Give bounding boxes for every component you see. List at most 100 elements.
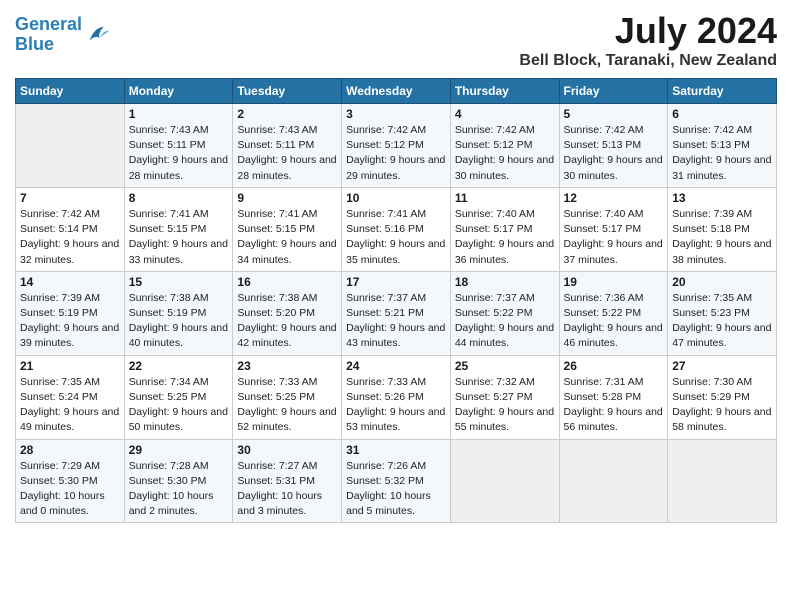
day-info: Sunrise: 7:42 AMSunset: 5:12 PMDaylight:…: [346, 123, 446, 184]
day-number: 5: [564, 107, 664, 121]
day-number: 21: [20, 359, 120, 373]
day-number: 15: [129, 275, 229, 289]
day-number: 25: [455, 359, 555, 373]
day-number: 4: [455, 107, 555, 121]
day-number: 11: [455, 191, 555, 205]
day-number: 13: [672, 191, 772, 205]
calendar-cell: 13 Sunrise: 7:39 AMSunset: 5:18 PMDayligh…: [668, 187, 777, 271]
day-info: Sunrise: 7:27 AMSunset: 5:31 PMDaylight:…: [237, 459, 337, 520]
day-number: 17: [346, 275, 446, 289]
logo-bird-icon: [84, 21, 112, 49]
day-number: 7: [20, 191, 120, 205]
day-number: 3: [346, 107, 446, 121]
calendar-cell: 30 Sunrise: 7:27 AMSunset: 5:31 PMDayligh…: [233, 439, 342, 523]
day-info: Sunrise: 7:41 AMSunset: 5:16 PMDaylight:…: [346, 207, 446, 268]
day-info: Sunrise: 7:40 AMSunset: 5:17 PMDaylight:…: [455, 207, 555, 268]
calendar-cell: 12 Sunrise: 7:40 AMSunset: 5:17 PMDayligh…: [559, 187, 668, 271]
calendar-cell: 26 Sunrise: 7:31 AMSunset: 5:28 PMDayligh…: [559, 355, 668, 439]
calendar-cell: [668, 439, 777, 523]
calendar-cell: 7 Sunrise: 7:42 AMSunset: 5:14 PMDaylight…: [16, 187, 125, 271]
day-number: 23: [237, 359, 337, 373]
day-info: Sunrise: 7:43 AMSunset: 5:11 PMDaylight:…: [129, 123, 229, 184]
calendar-cell: 4 Sunrise: 7:42 AMSunset: 5:12 PMDaylight…: [450, 104, 559, 188]
calendar-cell: 16Sunrise: 7:38 AMSunset: 5:20 PMDayligh…: [233, 271, 342, 355]
subtitle: Bell Block, Taranaki, New Zealand: [519, 52, 777, 70]
day-info: Sunrise: 7:31 AMSunset: 5:28 PMDaylight:…: [564, 375, 664, 436]
calendar-week-row: 28Sunrise: 7:29 AMSunset: 5:30 PMDayligh…: [16, 439, 777, 523]
calendar-cell: 25Sunrise: 7:32 AMSunset: 5:27 PMDayligh…: [450, 355, 559, 439]
day-info: Sunrise: 7:40 AMSunset: 5:17 PMDaylight:…: [564, 207, 664, 268]
calendar-cell: 24 Sunrise: 7:33 AMSunset: 5:26 PMDayligh…: [342, 355, 451, 439]
day-info: Sunrise: 7:39 AMSunset: 5:18 PMDaylight:…: [672, 207, 772, 268]
day-info: Sunrise: 7:28 AMSunset: 5:30 PMDaylight:…: [129, 459, 229, 520]
day-number: 16: [237, 275, 337, 289]
logo-blue: Blue: [15, 34, 54, 54]
day-info: Sunrise: 7:41 AMSunset: 5:15 PMDaylight:…: [129, 207, 229, 268]
day-info: Sunrise: 7:36 AMSunset: 5:22 PMDaylight:…: [564, 291, 664, 352]
calendar-cell: 3 Sunrise: 7:42 AMSunset: 5:12 PMDaylight…: [342, 104, 451, 188]
day-number: 22: [129, 359, 229, 373]
day-number: 30: [237, 443, 337, 457]
day-info: Sunrise: 7:33 AMSunset: 5:26 PMDaylight:…: [346, 375, 446, 436]
calendar-cell: 31 Sunrise: 7:26 AMSunset: 5:32 PMDayligh…: [342, 439, 451, 523]
weekday-header: Friday: [559, 79, 668, 104]
calendar-cell: [559, 439, 668, 523]
calendar-cell: 10 Sunrise: 7:41 AMSunset: 5:16 PMDayligh…: [342, 187, 451, 271]
calendar-cell: 20 Sunrise: 7:35 AMSunset: 5:23 PMDayligh…: [668, 271, 777, 355]
day-info: Sunrise: 7:42 AMSunset: 5:14 PMDaylight:…: [20, 207, 120, 268]
day-info: Sunrise: 7:35 AMSunset: 5:23 PMDaylight:…: [672, 291, 772, 352]
calendar-cell: 23 Sunrise: 7:33 AMSunset: 5:25 PMDayligh…: [233, 355, 342, 439]
calendar-cell: 9 Sunrise: 7:41 AMSunset: 5:15 PMDaylight…: [233, 187, 342, 271]
calendar-week-row: 7 Sunrise: 7:42 AMSunset: 5:14 PMDaylight…: [16, 187, 777, 271]
day-info: Sunrise: 7:37 AMSunset: 5:21 PMDaylight:…: [346, 291, 446, 352]
calendar-cell: 17 Sunrise: 7:37 AMSunset: 5:21 PMDayligh…: [342, 271, 451, 355]
calendar-cell: [16, 104, 125, 188]
weekday-header: Monday: [124, 79, 233, 104]
day-number: 9: [237, 191, 337, 205]
calendar-cell: 8 Sunrise: 7:41 AMSunset: 5:15 PMDaylight…: [124, 187, 233, 271]
calendar-cell: 2Sunrise: 7:43 AMSunset: 5:11 PMDaylight…: [233, 104, 342, 188]
calendar-table: SundayMondayTuesdayWednesdayThursdayFrid…: [15, 78, 777, 523]
day-info: Sunrise: 7:39 AMSunset: 5:19 PMDaylight:…: [20, 291, 120, 352]
weekday-header: Tuesday: [233, 79, 342, 104]
logo-general: General: [15, 14, 82, 34]
title-area: July 2024 Bell Block, Taranaki, New Zeal…: [519, 10, 777, 70]
logo: General Blue: [15, 15, 112, 55]
day-info: Sunrise: 7:43 AMSunset: 5:11 PMDaylight:…: [237, 123, 337, 184]
calendar-week-row: 14Sunrise: 7:39 AMSunset: 5:19 PMDayligh…: [16, 271, 777, 355]
calendar-cell: 14Sunrise: 7:39 AMSunset: 5:19 PMDayligh…: [16, 271, 125, 355]
day-number: 26: [564, 359, 664, 373]
weekday-header: Saturday: [668, 79, 777, 104]
page-header: General Blue July 2024 Bell Block, Taran…: [15, 10, 777, 70]
calendar-cell: [450, 439, 559, 523]
day-number: 1: [129, 107, 229, 121]
day-info: Sunrise: 7:41 AMSunset: 5:15 PMDaylight:…: [237, 207, 337, 268]
calendar-cell: 21 Sunrise: 7:35 AMSunset: 5:24 PMDayligh…: [16, 355, 125, 439]
day-info: Sunrise: 7:42 AMSunset: 5:13 PMDaylight:…: [672, 123, 772, 184]
day-number: 10: [346, 191, 446, 205]
day-info: Sunrise: 7:42 AMSunset: 5:12 PMDaylight:…: [455, 123, 555, 184]
day-number: 29: [129, 443, 229, 457]
main-title: July 2024: [519, 10, 777, 52]
day-info: Sunrise: 7:35 AMSunset: 5:24 PMDaylight:…: [20, 375, 120, 436]
day-number: 24: [346, 359, 446, 373]
day-number: 28: [20, 443, 120, 457]
day-number: 12: [564, 191, 664, 205]
day-info: Sunrise: 7:33 AMSunset: 5:25 PMDaylight:…: [237, 375, 337, 436]
weekday-header: Sunday: [16, 79, 125, 104]
day-info: Sunrise: 7:26 AMSunset: 5:32 PMDaylight:…: [346, 459, 446, 520]
day-number: 31: [346, 443, 446, 457]
day-number: 6: [672, 107, 772, 121]
day-info: Sunrise: 7:34 AMSunset: 5:25 PMDaylight:…: [129, 375, 229, 436]
day-number: 8: [129, 191, 229, 205]
calendar-week-row: 21 Sunrise: 7:35 AMSunset: 5:24 PMDayligh…: [16, 355, 777, 439]
calendar-cell: 5Sunrise: 7:42 AMSunset: 5:13 PMDaylight…: [559, 104, 668, 188]
day-info: Sunrise: 7:38 AMSunset: 5:19 PMDaylight:…: [129, 291, 229, 352]
calendar-cell: 11 Sunrise: 7:40 AMSunset: 5:17 PMDayligh…: [450, 187, 559, 271]
calendar-cell: 18Sunrise: 7:37 AMSunset: 5:22 PMDayligh…: [450, 271, 559, 355]
calendar-cell: 1 Sunrise: 7:43 AMSunset: 5:11 PMDaylight…: [124, 104, 233, 188]
calendar-week-row: 1 Sunrise: 7:43 AMSunset: 5:11 PMDaylight…: [16, 104, 777, 188]
weekday-header: Wednesday: [342, 79, 451, 104]
day-number: 20: [672, 275, 772, 289]
calendar-cell: 15 Sunrise: 7:38 AMSunset: 5:19 PMDayligh…: [124, 271, 233, 355]
